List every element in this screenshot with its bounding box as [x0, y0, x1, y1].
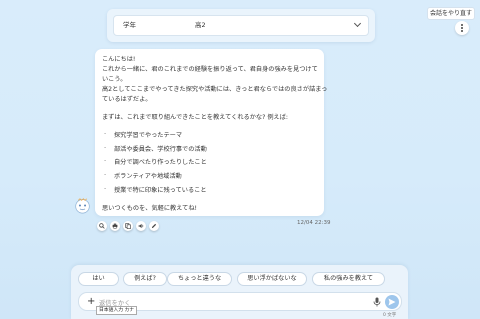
search-icon[interactable] — [97, 221, 107, 231]
send-icon — [388, 298, 396, 306]
char-count: 0 文字 — [383, 313, 397, 318]
grade-label: 学年 — [123, 21, 136, 29]
suggestion-chip[interactable]: 思い浮かばないな — [237, 272, 307, 286]
message-timestamp: 12/04 22:39 — [297, 220, 331, 226]
grade-value: 高2 — [195, 21, 206, 29]
message-line: ているはずだよ。 — [102, 96, 152, 103]
print-icon[interactable] — [110, 221, 120, 231]
assistant-avatar — [75, 198, 90, 214]
more-options-icon[interactable] — [455, 21, 469, 35]
message-line: こんにちは! — [102, 56, 136, 63]
message-line: これから一緒に、君のこれまでの経験を振り返って、君自身の強みを見つけて — [102, 66, 318, 73]
suggestion-chip[interactable]: 私の強みを教えて — [312, 272, 385, 286]
plus-icon[interactable]: + — [87, 296, 95, 307]
suggestion-chip[interactable]: ちょっと違うな — [167, 272, 232, 286]
suggestion-chip[interactable]: 例えば? — [123, 272, 167, 286]
mic-icon[interactable] — [373, 297, 381, 307]
message-line: 高2としてここまでやってきた探究や活動には、きっと君ならではの良さが詰まっ — [102, 86, 328, 93]
message-line: いこう。 — [102, 76, 127, 83]
ime-mode[interactable]: 日本語入力 カナ — [96, 306, 138, 315]
send-button[interactable] — [385, 295, 399, 309]
chevron-down-icon — [353, 19, 362, 28]
suggestion-chip[interactable]: はい — [78, 272, 119, 286]
assistant-message: こんにちは! これから一緒に、君のこれまでの経験を振り返って、君自身の強みを見つ… — [95, 49, 328, 216]
speaker-icon[interactable] — [136, 221, 146, 231]
edit-icon[interactable] — [149, 221, 159, 231]
grade-select[interactable]: 学年 高2 — [113, 15, 369, 36]
restart-conversation-button[interactable]: 会話をやり直す — [427, 7, 475, 20]
message-line: まずは、これまで取り組んできたことを教えてくれるかな? 例えば: — [102, 114, 288, 121]
copy-icon[interactable] — [123, 221, 133, 231]
ime-toolbar[interactable]: 日本語入力 カナ — [96, 306, 138, 315]
message-closing: 思いつくものを、気軽に教えてね! — [102, 205, 197, 212]
grade-selector-card: 学年 高2 — [107, 9, 375, 42]
